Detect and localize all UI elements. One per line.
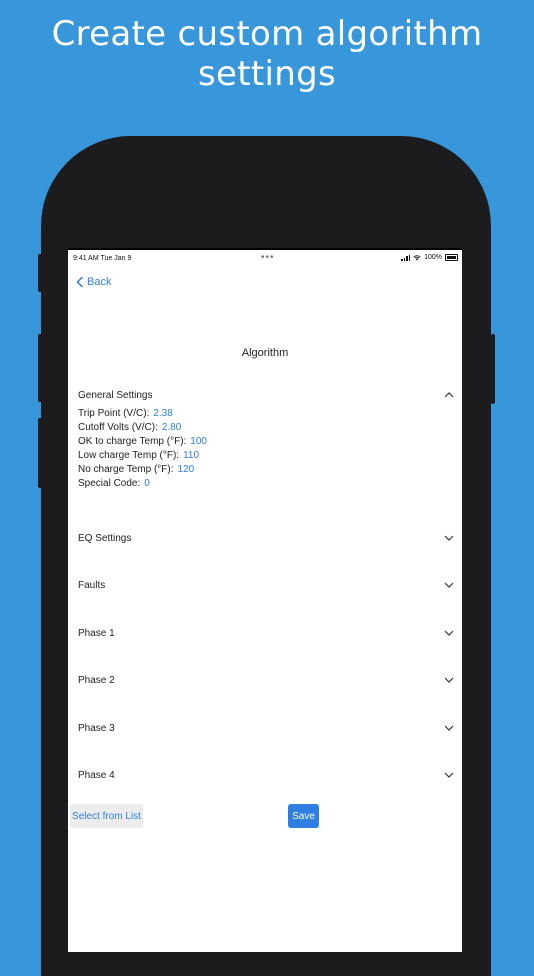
battery-icon — [445, 254, 458, 261]
section-title: Phase 4 — [78, 769, 115, 781]
status-indicators: 100% — [401, 254, 458, 261]
phase-3-section[interactable]: Phase 3 — [78, 721, 454, 735]
chevron-left-icon — [76, 276, 84, 288]
trip-point-field: Trip Point (V/C): 2.38 — [78, 408, 173, 419]
select-from-list-button[interactable]: Select from List — [70, 804, 143, 828]
section-title: EQ Settings — [78, 532, 132, 544]
no-charge-temp-value[interactable]: 120 — [178, 464, 195, 475]
status-bar: 9:41 AM Tue Jan 9 ••• 100% — [68, 250, 462, 268]
phase-4-section[interactable]: Phase 4 — [78, 768, 454, 782]
chevron-down-icon — [444, 535, 454, 541]
signal-icon — [401, 254, 411, 261]
multitask-dots-icon: ••• — [261, 252, 275, 263]
chevron-down-icon — [444, 677, 454, 683]
page-title: Algorithm — [241, 347, 289, 359]
headline: Create custom algorithm settings — [51, 14, 483, 94]
save-button[interactable]: Save — [288, 804, 319, 828]
chevron-down-icon — [444, 772, 454, 778]
back-label: Back — [87, 276, 112, 288]
chevron-up-icon — [444, 392, 454, 398]
trip-point-value[interactable]: 2.38 — [153, 408, 172, 419]
low-charge-temp-value[interactable]: 110 — [183, 450, 199, 461]
faults-section[interactable]: Faults — [78, 578, 454, 592]
section-title: Phase 1 — [78, 627, 115, 639]
status-time: 9:41 AM Tue Jan 9 — [73, 255, 132, 262]
section-title: General Settings — [78, 389, 153, 401]
chevron-down-icon — [444, 582, 454, 588]
chevron-down-icon — [444, 630, 454, 636]
chevron-down-icon — [444, 725, 454, 731]
phase-2-section[interactable]: Phase 2 — [78, 673, 454, 687]
section-title: Phase 3 — [78, 722, 115, 734]
low-charge-temp-field: Low charge Temp (°F): 110 — [78, 450, 200, 461]
eq-settings-section[interactable]: EQ Settings — [78, 531, 454, 545]
app-screen: 9:41 AM Tue Jan 9 ••• 100% Back Algorith… — [68, 248, 462, 952]
cutoff-volts-field: Cutoff Volts (V/C): 2.80 — [78, 422, 182, 433]
no-charge-temp-field: No charge Temp (°F): 120 — [78, 464, 195, 475]
section-title: Faults — [78, 579, 106, 591]
general-settings-section: General Settings Trip Point (V/C): 2.38 C… — [78, 388, 454, 491]
back-button[interactable]: Back — [76, 276, 111, 288]
wifi-icon — [413, 254, 421, 260]
special-code-value[interactable]: 0 — [144, 478, 150, 489]
side-button — [491, 334, 495, 404]
special-code-field: Special Code: 0 — [78, 478, 150, 489]
battery-percent: 100% — [424, 254, 442, 261]
ok-charge-temp-field: OK to charge Temp (°F): 100 — [78, 436, 207, 447]
ok-charge-temp-value[interactable]: 100 — [190, 436, 207, 447]
phase-1-section[interactable]: Phase 1 — [78, 626, 454, 640]
section-title: Phase 2 — [78, 674, 115, 686]
general-settings-header[interactable]: General Settings — [78, 388, 454, 402]
cutoff-volts-value[interactable]: 2.80 — [162, 422, 181, 433]
